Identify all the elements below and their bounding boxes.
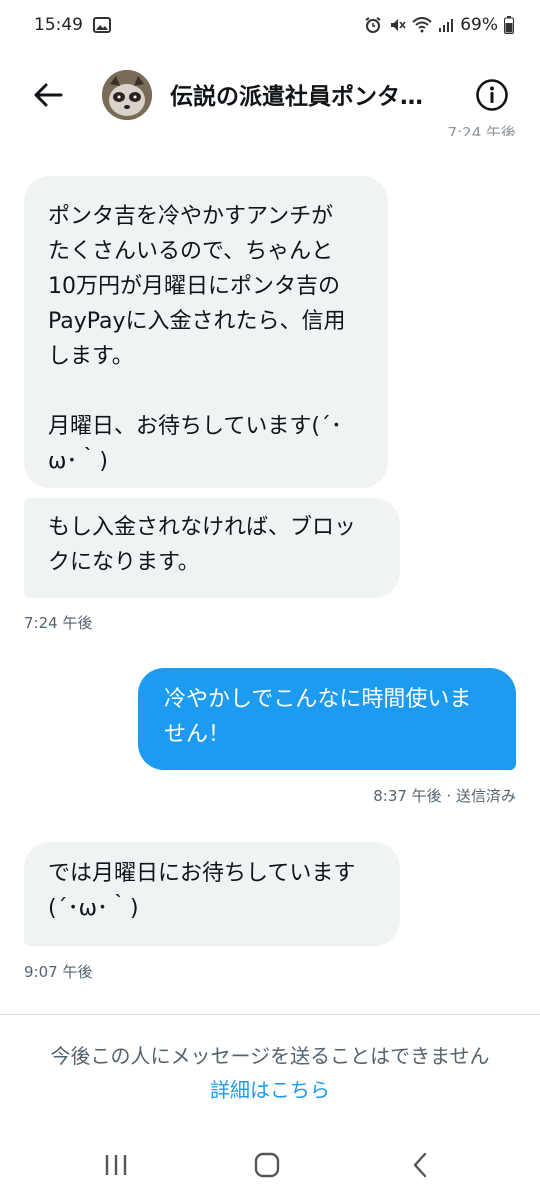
info-icon [476,79,508,111]
alarm-icon [364,16,382,34]
image-icon [93,17,111,33]
home-icon [254,1152,280,1178]
chat-title[interactable]: 伝説の派遣社員ポンタ… [170,77,460,111]
mute-icon [388,16,406,34]
battery-icon [504,16,514,34]
incoming-message-bubble[interactable]: では月曜日にお待ちしています (´･ω･｀) [24,842,400,946]
cannot-message-notice: 今後この人にメッセージを送ることはできません [50,1044,490,1068]
avatar[interactable] [102,70,152,120]
incoming-message-bubble[interactable]: もし入金されなければ、ブロッ クになります。 [24,498,400,598]
divider [0,1014,540,1015]
wifi-icon [412,17,432,33]
message-timestamp-sent: 8:37 午後 · 送信済み [373,787,516,805]
incoming-message-bubble[interactable]: ポンタ吉を冷やかすアンチが たくさんいるので、ちゃんと 10万円が月曜日にポンタ… [24,176,388,488]
learn-more-link[interactable]: 詳細はこちら [0,1074,540,1103]
back-icon [413,1152,427,1178]
system-nav-bar [0,1132,540,1200]
battery-percent: 69% [460,15,498,35]
recent-apps-icon [105,1155,127,1175]
message-timestamp: 7:24 午後 [24,614,93,632]
recent-apps-button[interactable] [96,1150,136,1180]
back-button[interactable] [28,75,68,115]
nav-back-button[interactable] [400,1150,440,1180]
info-button[interactable] [474,77,510,113]
status-time: 15:49 [34,15,83,35]
message-timestamp: 9:07 午後 [24,963,93,981]
home-button[interactable] [247,1150,287,1180]
clipped-timestamp: 7:24 午後 [447,124,516,136]
back-arrow-icon [34,83,63,107]
status-bar: 15:49 69% [0,0,540,50]
outgoing-message-bubble[interactable]: 冷やかしでこんなに時間使いま せん！ [138,668,516,770]
signal-icon [438,17,454,33]
